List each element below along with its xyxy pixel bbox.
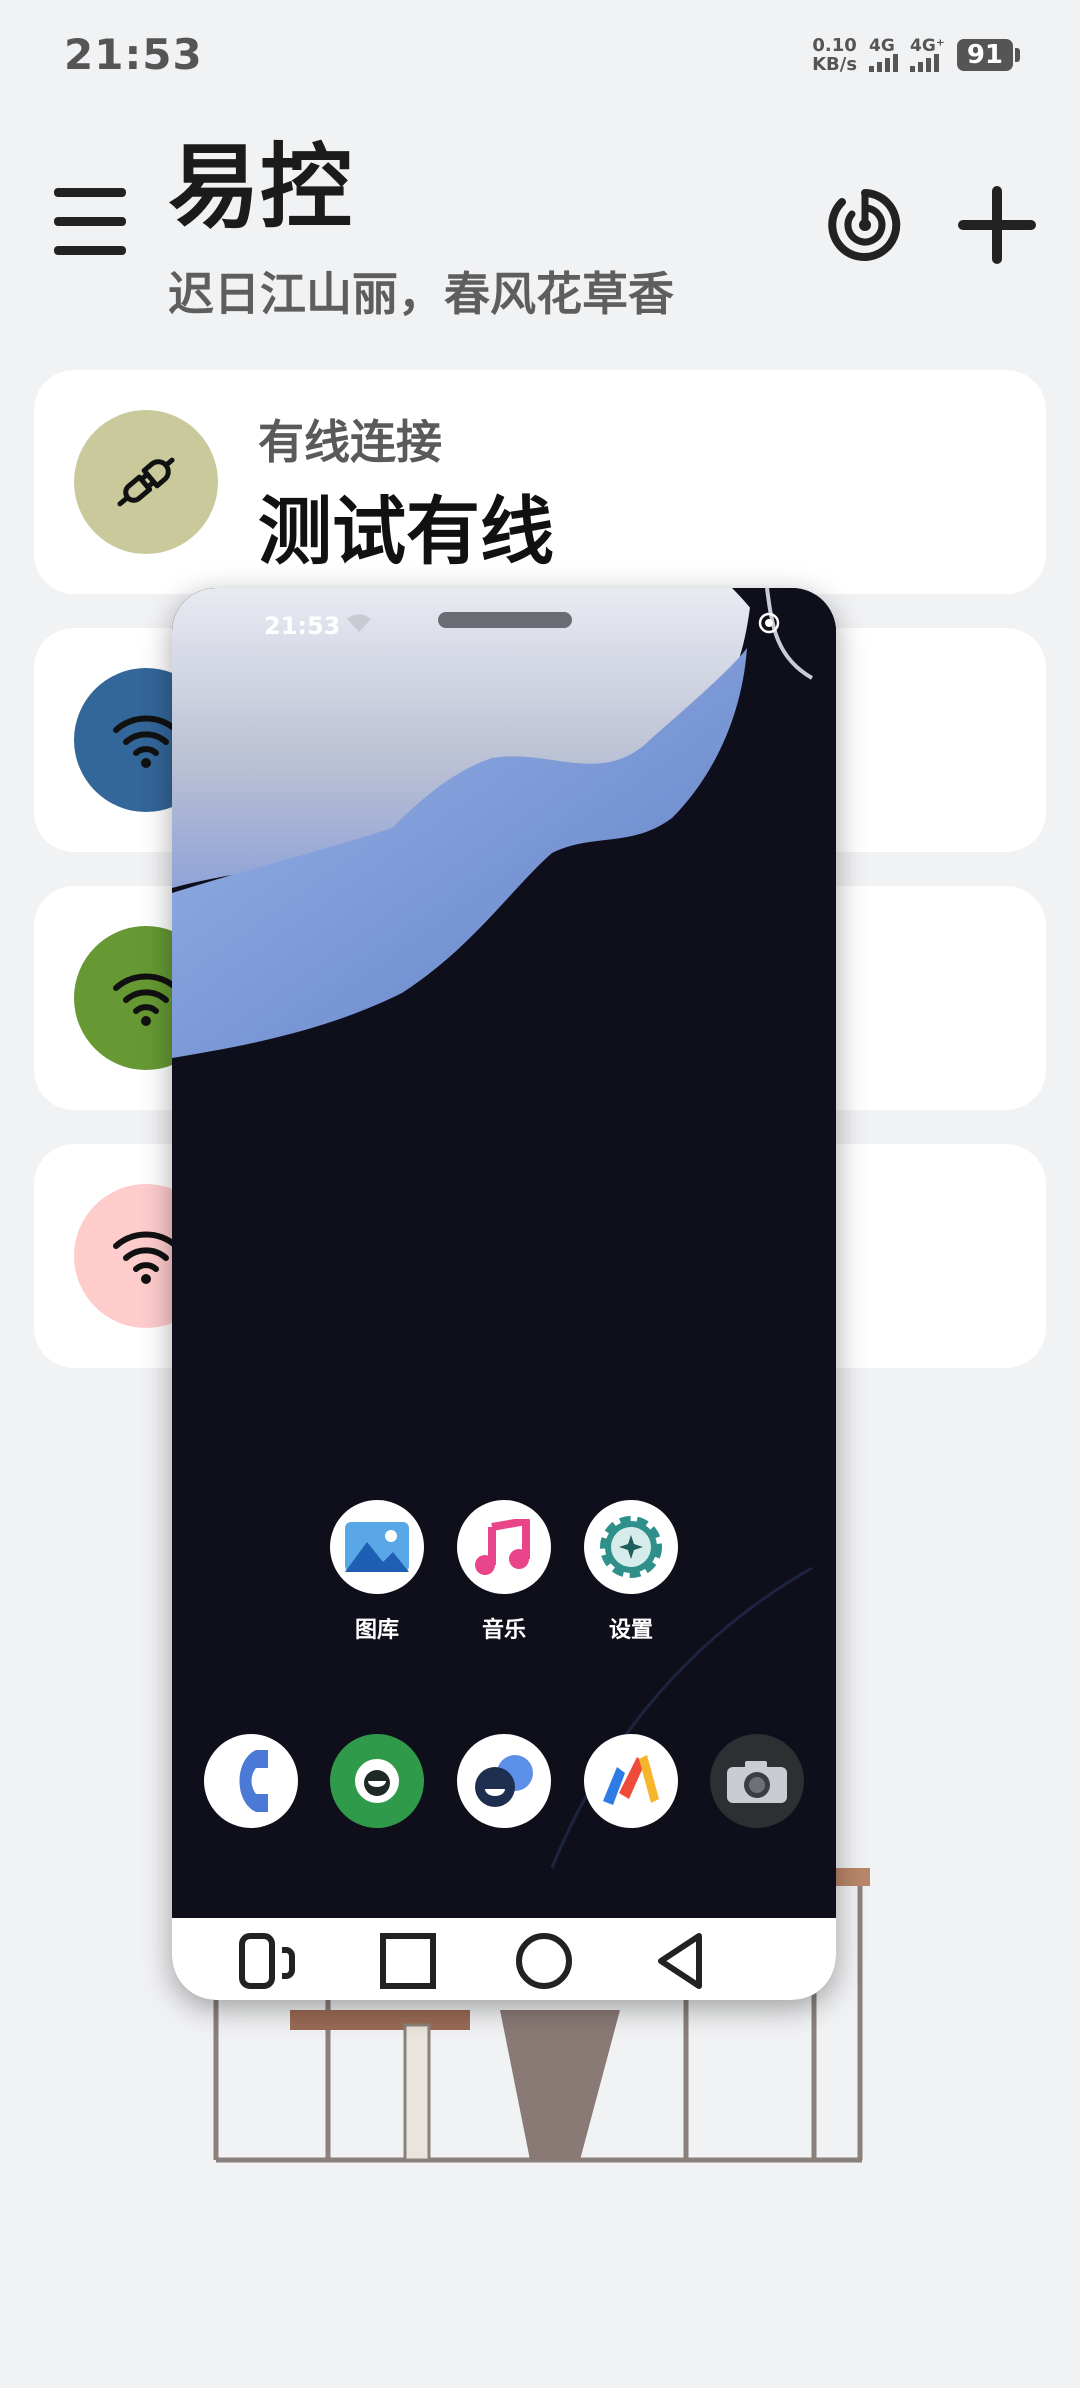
app-label: 音乐 xyxy=(481,1618,526,1643)
mirror-app-gallery[interactable]: 图库 xyxy=(330,1500,424,1644)
status-indicators: 0.10 KB/s 4G 4G⁺ 91 xyxy=(812,36,1020,74)
mirror-dock-camera[interactable] xyxy=(710,1734,804,1828)
app-label: 设置 xyxy=(608,1618,653,1643)
wifi-icon xyxy=(346,613,372,633)
settings-icon xyxy=(584,1500,678,1594)
add-device-button[interactable] xyxy=(958,186,1036,264)
phone-icon xyxy=(204,1734,298,1828)
recents-icon[interactable] xyxy=(238,1932,298,1990)
mirror-window[interactable]: 21:53 图库 音乐 设置 xyxy=(172,588,836,2000)
device-name: 测试有线 xyxy=(258,489,554,575)
camera-icon xyxy=(710,1734,804,1828)
status-time: 21:53 xyxy=(64,30,203,79)
device-type-label: 有线连接 xyxy=(258,415,442,469)
network-speed: 0.10 KB/s xyxy=(812,35,858,75)
messages-icon xyxy=(330,1734,424,1828)
app-label: 图库 xyxy=(354,1618,399,1643)
mirror-nav-bar xyxy=(172,1918,836,2000)
home-icon[interactable] xyxy=(514,1932,574,1990)
mirror-app-settings[interactable]: 设置 xyxy=(584,1500,678,1644)
plug-icon xyxy=(74,410,218,554)
mirror-notch xyxy=(438,612,572,628)
via-browser-icon xyxy=(584,1734,678,1828)
menu-icon[interactable] xyxy=(54,188,126,255)
record-icon xyxy=(758,612,780,634)
sim2-signal-icon: 4G⁺ xyxy=(910,38,945,72)
wallpaper xyxy=(172,588,836,1918)
app-title: 易控 xyxy=(168,134,353,241)
mirror-dock-messages[interactable] xyxy=(330,1734,424,1828)
back-icon[interactable] xyxy=(650,1932,710,1990)
mirror-status-time: 21:53 xyxy=(264,612,341,640)
scan-icon[interactable] xyxy=(828,188,902,262)
battery-level: 91 xyxy=(956,39,1013,71)
battery-icon: 91 xyxy=(956,39,1020,71)
app-header: 易控 迟日江山丽，春风花草香 xyxy=(0,130,1080,330)
contacts-icon xyxy=(457,1734,551,1828)
status-bar: 21:53 0.10 KB/s 4G 4G⁺ 91 xyxy=(0,0,1080,110)
mirror-app-music[interactable]: 音乐 xyxy=(457,1500,551,1644)
sim1-signal-icon: 4G xyxy=(869,38,899,72)
mirror-dock-phone[interactable] xyxy=(204,1734,298,1828)
device-card-wired[interactable]: 有线连接 测试有线 xyxy=(34,370,1046,594)
music-icon xyxy=(457,1500,551,1594)
gallery-icon xyxy=(330,1500,424,1594)
home-square-icon[interactable] xyxy=(378,1932,438,1990)
mirror-dock-contacts[interactable] xyxy=(457,1734,551,1828)
mirror-dock-via[interactable] xyxy=(584,1734,678,1828)
app-subtitle: 迟日江山丽，春风花草香 xyxy=(168,267,674,321)
